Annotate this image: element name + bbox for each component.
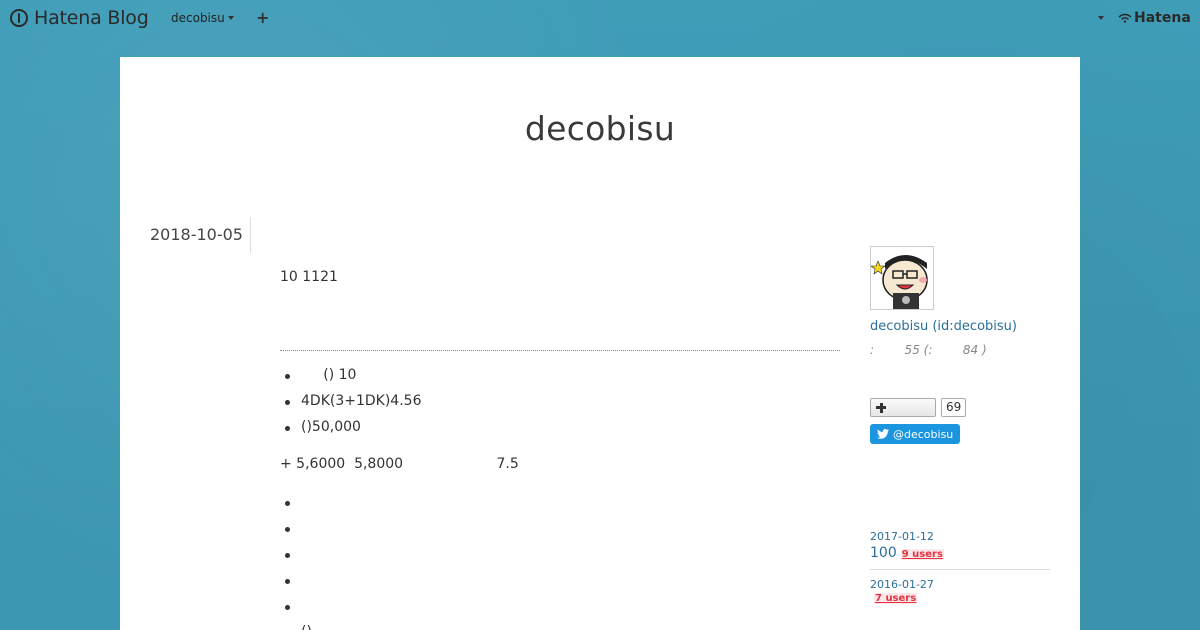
list-item — [285, 546, 312, 572]
list-item — [285, 520, 312, 546]
twitter-follow-label: @decobisu — [893, 427, 954, 441]
blog-menu-dropdown[interactable]: decobisu — [171, 11, 234, 25]
global-header: Hatena Blog decobisu + Hatena — [0, 0, 1200, 38]
archive-entry-title[interactable]: 100 — [870, 545, 897, 561]
twitter-icon — [877, 429, 889, 439]
list-item: () — [301, 624, 312, 630]
twitter-follow-button[interactable]: @decobisu — [870, 424, 961, 444]
chevron-down-icon — [227, 16, 234, 20]
profile-stats: : 55 (: 84 ) — [870, 343, 987, 357]
entry-paragraph: + 5,6000 5,8000 7.5 — [280, 456, 519, 472]
add-plus-button[interactable]: + — [256, 8, 269, 27]
bookmark-users-badge[interactable]: 7 users — [874, 593, 918, 604]
list-item — [285, 572, 312, 598]
list-item: () 10 — [284, 367, 421, 393]
hatena-logo-icon — [1118, 13, 1132, 23]
hatena-blog-logo-icon — [10, 9, 28, 27]
archive-entry-date: 2017-01-12 — [870, 530, 934, 543]
list-item — [285, 598, 312, 624]
list-item: 4DK(3+1DK)4.56 — [284, 393, 421, 419]
bookmark-users-badge[interactable]: 9 users — [900, 549, 944, 560]
entry-divider — [280, 350, 840, 351]
blog-title[interactable]: decobisu — [120, 109, 1080, 148]
hatena-blog-logo[interactable]: Hatena Blog — [10, 7, 149, 29]
profile-name-link[interactable]: decobisu (id:decobisu) — [870, 319, 1050, 334]
blog-container: decobisu 2018-10-05 10 1121 () 10 4DK(3+… — [120, 57, 1080, 630]
hatena-bookmark-row: 69 — [870, 398, 1050, 417]
popular-entries: 2017-01-12 100 9 users 2016-01-27 7 user… — [870, 530, 1050, 612]
list-item[interactable]: 2016-01-27 7 users — [870, 578, 1050, 612]
avatar-image — [871, 247, 933, 309]
hatena-bookmark-add-button[interactable] — [870, 398, 936, 417]
avatar[interactable] — [870, 246, 934, 310]
hatena-bookmark-count[interactable]: 69 — [941, 398, 967, 417]
user-menu-chevron-down-icon[interactable] — [1098, 16, 1104, 20]
entry-list-2: () — [280, 494, 312, 630]
list-item[interactable]: 2017-01-12 100 9 users — [870, 530, 1050, 570]
entry-list: () 10 4DK(3+1DK)4.56 ()50,000 — [280, 367, 421, 445]
entry-date[interactable]: 2018-10-05 — [150, 217, 251, 253]
hatena-blog-logo-text: Hatena Blog — [34, 7, 149, 29]
hatena-logo[interactable]: Hatena — [1118, 10, 1191, 26]
sidebar: decobisu (id:decobisu) : 55 (: 84 ) 69 @… — [870, 246, 1050, 620]
archive-entry-date: 2016-01-27 — [870, 578, 934, 591]
list-item: ()50,000 — [284, 419, 421, 445]
entry-summary: 10 1121 — [280, 269, 338, 285]
hatena-logo-text: Hatena — [1134, 10, 1191, 26]
list-item — [285, 494, 312, 520]
blog-menu-label: decobisu — [171, 11, 225, 25]
entry-body: 10 1121 () 10 4DK(3+1DK)4.56 ()50,000 + … — [280, 257, 840, 630]
